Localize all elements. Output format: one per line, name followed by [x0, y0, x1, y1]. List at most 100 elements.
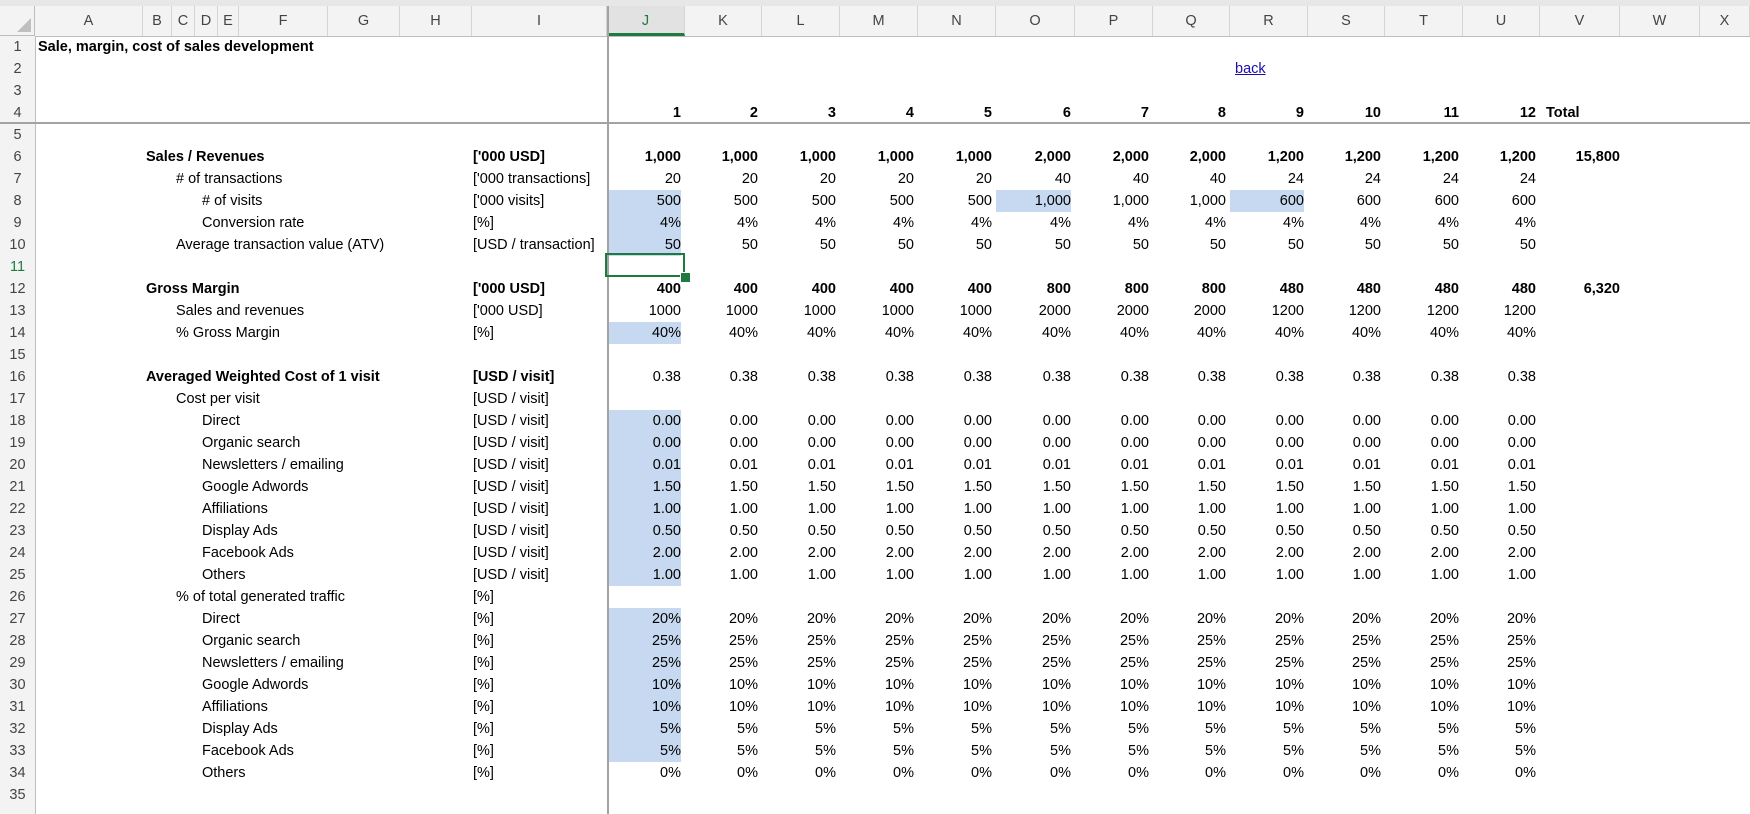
- value-cell[interactable]: 1,000: [685, 146, 758, 168]
- value-cell[interactable]: 25%: [685, 652, 758, 674]
- value-cell[interactable]: 600: [1463, 190, 1536, 212]
- row-header-30[interactable]: 30: [0, 674, 35, 696]
- value-cell[interactable]: 600: [1385, 190, 1459, 212]
- value-cell[interactable]: 40%: [840, 322, 914, 344]
- value-cell[interactable]: 0%: [996, 762, 1071, 784]
- value-cell[interactable]: 0%: [1463, 762, 1536, 784]
- value-cell[interactable]: 4%: [607, 212, 681, 234]
- value-cell[interactable]: 1200: [1385, 300, 1459, 322]
- column-header-w[interactable]: W: [1620, 6, 1700, 36]
- row-header-5[interactable]: 5: [0, 124, 35, 146]
- value-cell[interactable]: 25%: [1230, 630, 1304, 652]
- value-cell[interactable]: 0.01: [1230, 454, 1304, 476]
- value-cell[interactable]: 10%: [918, 674, 992, 696]
- value-cell[interactable]: 1.50: [1308, 476, 1381, 498]
- column-header-j[interactable]: J: [607, 6, 685, 36]
- row-label[interactable]: Sales and revenues: [176, 300, 304, 322]
- month-header[interactable]: 10: [1308, 102, 1381, 124]
- value-cell[interactable]: 0.01: [1385, 454, 1459, 476]
- back-link[interactable]: back: [1235, 58, 1266, 80]
- value-cell[interactable]: 24: [1385, 168, 1459, 190]
- total-cell[interactable]: 6,320: [1540, 278, 1620, 300]
- value-cell[interactable]: 0.50: [607, 520, 681, 542]
- value-cell[interactable]: 10%: [1463, 674, 1536, 696]
- value-cell[interactable]: 1,000: [1153, 190, 1226, 212]
- value-cell[interactable]: 1.00: [918, 564, 992, 586]
- value-cell[interactable]: 4%: [1308, 212, 1381, 234]
- row-header-9[interactable]: 9: [0, 212, 35, 234]
- value-cell[interactable]: 0.00: [762, 410, 836, 432]
- value-cell[interactable]: 0.38: [1075, 366, 1149, 388]
- value-cell[interactable]: 4%: [1385, 212, 1459, 234]
- month-header[interactable]: 5: [918, 102, 992, 124]
- value-cell[interactable]: 5%: [685, 740, 758, 762]
- value-cell[interactable]: 10%: [996, 674, 1071, 696]
- value-cell[interactable]: 0.01: [1075, 454, 1149, 476]
- value-cell[interactable]: 25%: [1308, 652, 1381, 674]
- value-cell[interactable]: 10%: [1385, 696, 1459, 718]
- row-label[interactable]: Others: [202, 762, 246, 784]
- value-cell[interactable]: 5%: [1075, 718, 1149, 740]
- column-header-h[interactable]: H: [400, 6, 472, 36]
- column-header-q[interactable]: Q: [1153, 6, 1230, 36]
- value-cell[interactable]: 5%: [1308, 740, 1381, 762]
- value-cell[interactable]: 4%: [996, 212, 1071, 234]
- value-cell[interactable]: 0.50: [918, 520, 992, 542]
- unit-label[interactable]: [%]: [473, 652, 494, 674]
- value-cell[interactable]: 5%: [1153, 740, 1226, 762]
- value-cell[interactable]: 25%: [762, 652, 836, 674]
- unit-label[interactable]: [%]: [473, 696, 494, 718]
- value-cell[interactable]: 0.38: [1308, 366, 1381, 388]
- value-cell[interactable]: 0.00: [762, 432, 836, 454]
- sheet-title[interactable]: Sale, margin, cost of sales development: [38, 36, 314, 58]
- value-cell[interactable]: 0.50: [762, 520, 836, 542]
- value-cell[interactable]: 25%: [607, 652, 681, 674]
- row-header-4[interactable]: 4: [0, 102, 35, 124]
- value-cell[interactable]: 40: [996, 168, 1071, 190]
- value-cell[interactable]: 1,000: [1075, 190, 1149, 212]
- value-cell[interactable]: 4%: [918, 212, 992, 234]
- value-cell[interactable]: 0.38: [840, 366, 914, 388]
- value-cell[interactable]: 0.01: [918, 454, 992, 476]
- value-cell[interactable]: 5%: [840, 718, 914, 740]
- value-cell[interactable]: 40%: [1385, 322, 1459, 344]
- value-cell[interactable]: 40%: [1075, 322, 1149, 344]
- value-cell[interactable]: 50: [918, 234, 992, 256]
- value-cell[interactable]: 2000: [1075, 300, 1149, 322]
- value-cell[interactable]: 1.50: [1463, 476, 1536, 498]
- value-cell[interactable]: 0.00: [1308, 410, 1381, 432]
- column-header-g[interactable]: G: [328, 6, 400, 36]
- value-cell[interactable]: 0.38: [1153, 366, 1226, 388]
- row-label[interactable]: Facebook Ads: [202, 740, 294, 762]
- value-cell[interactable]: 500: [685, 190, 758, 212]
- value-cell[interactable]: 40%: [996, 322, 1071, 344]
- selected-cell-J11[interactable]: [605, 253, 685, 277]
- row-header-29[interactable]: 29: [0, 652, 35, 674]
- value-cell[interactable]: 1000: [918, 300, 992, 322]
- unit-label[interactable]: [USD / visit]: [473, 388, 549, 410]
- value-cell[interactable]: 40%: [762, 322, 836, 344]
- value-cell[interactable]: 20: [762, 168, 836, 190]
- value-cell[interactable]: 20%: [840, 608, 914, 630]
- row-label[interactable]: Cost per visit: [176, 388, 260, 410]
- row-label[interactable]: Display Ads: [202, 520, 278, 542]
- value-cell[interactable]: 2.00: [918, 542, 992, 564]
- value-cell[interactable]: 5%: [762, 718, 836, 740]
- column-header-n[interactable]: N: [918, 6, 996, 36]
- row-label[interactable]: Facebook Ads: [202, 542, 294, 564]
- value-cell[interactable]: 1.00: [1075, 564, 1149, 586]
- value-cell[interactable]: 5%: [996, 718, 1071, 740]
- value-cell[interactable]: 50: [1075, 234, 1149, 256]
- value-cell[interactable]: 1.50: [607, 476, 681, 498]
- value-cell[interactable]: 1,200: [1463, 146, 1536, 168]
- row-header-32[interactable]: 32: [0, 718, 35, 740]
- value-cell[interactable]: 20: [840, 168, 914, 190]
- unit-label[interactable]: [USD / visit]: [473, 432, 549, 454]
- row-header-14[interactable]: 14: [0, 322, 35, 344]
- value-cell[interactable]: 0%: [762, 762, 836, 784]
- value-cell[interactable]: 2000: [996, 300, 1071, 322]
- value-cell[interactable]: 1.50: [840, 476, 914, 498]
- value-cell[interactable]: 20%: [1463, 608, 1536, 630]
- row-header-34[interactable]: 34: [0, 762, 35, 784]
- value-cell[interactable]: 1.50: [1385, 476, 1459, 498]
